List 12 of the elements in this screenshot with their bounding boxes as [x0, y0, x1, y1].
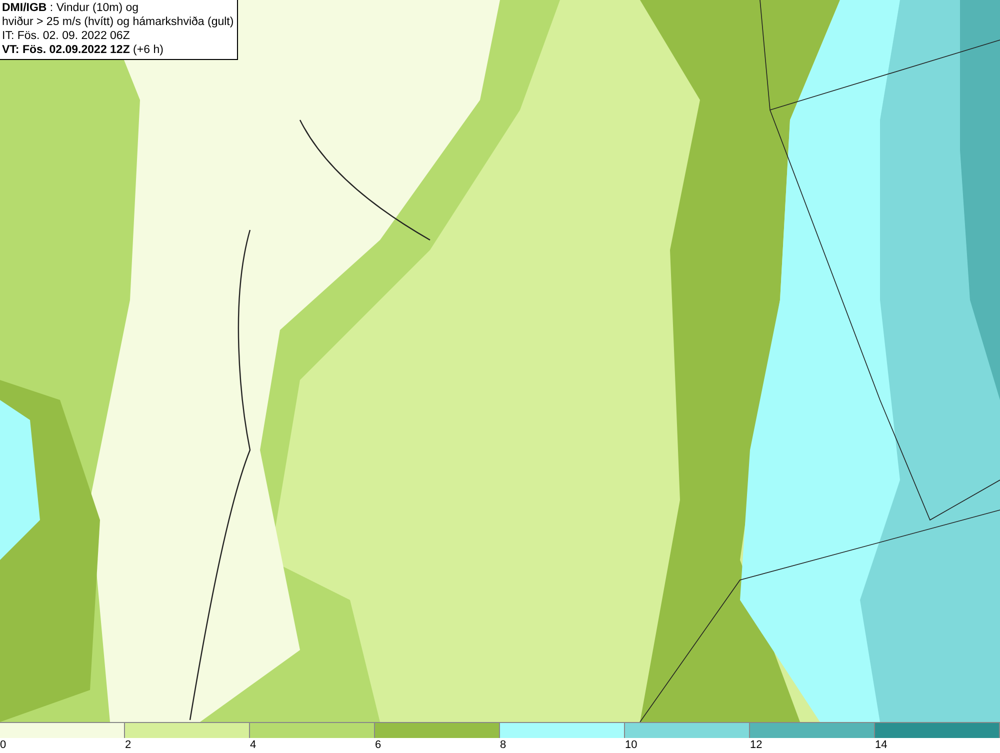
legend-tick-label: 8 [500, 738, 506, 752]
title-line: DMI/IGB : Vindur (10m) og [2, 1, 140, 15]
legend-tick-label: 4 [250, 738, 256, 752]
legend-tick-label: 6 [375, 738, 382, 752]
legend-tick-label: 10 [625, 738, 638, 752]
legend-tick-label: 14 [875, 738, 888, 752]
title-line: hviður > 25 m/s (hvítt) og hámarkshviða (gult) [2, 15, 234, 29]
legend-tick-label: 0 [0, 738, 6, 752]
title-line: IT: Fös. 02. 09. 2022 06Z [2, 29, 131, 43]
legend-tick-label: 12 [750, 738, 762, 752]
title-line: VT: Fös. 02.09.2022 12Z (+6 h) [2, 43, 164, 57]
legend-tick-label: 2 [125, 738, 132, 752]
